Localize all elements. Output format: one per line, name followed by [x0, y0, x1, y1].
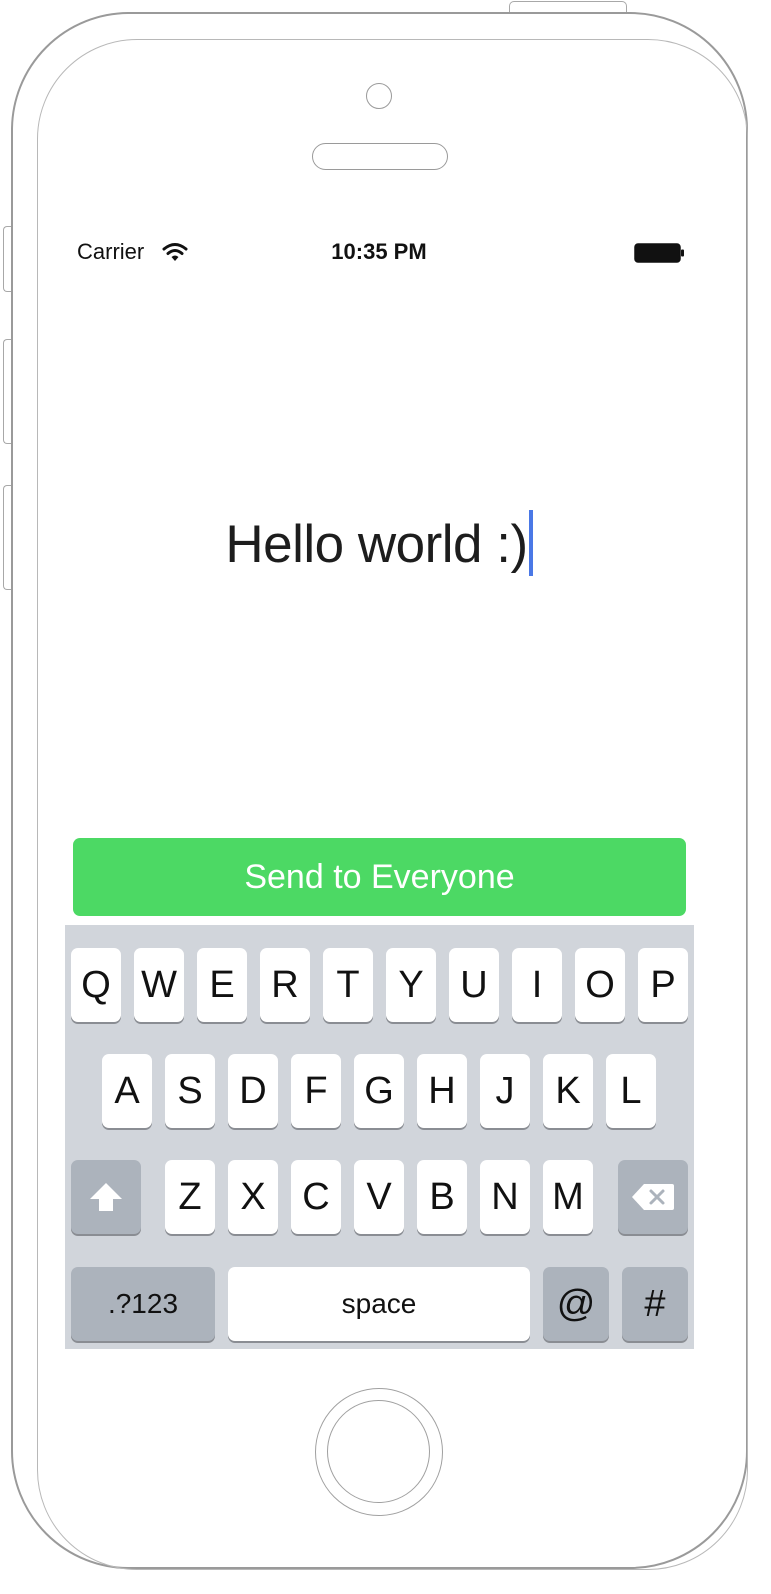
key-e[interactable]: E	[197, 948, 247, 1022]
keyboard: Q W E R T Y U I O P A S D F G H J K L Z …	[65, 925, 694, 1349]
front-camera	[366, 83, 392, 109]
key-p-label: P	[650, 963, 676, 1006]
key-i[interactable]: I	[512, 948, 562, 1022]
key-v[interactable]: V	[354, 1160, 404, 1234]
key-s-label: S	[177, 1069, 203, 1112]
key-a-label: A	[114, 1069, 140, 1112]
key-f[interactable]: F	[291, 1054, 341, 1128]
shift-key[interactable]	[71, 1160, 141, 1234]
message-text: Hello world :)	[225, 515, 528, 574]
shift-arrow-icon	[90, 1183, 122, 1211]
key-l[interactable]: L	[606, 1054, 656, 1128]
key-y-label: Y	[398, 963, 424, 1006]
key-k-label: K	[555, 1069, 581, 1112]
key-o-label: O	[585, 963, 615, 1006]
home-button[interactable]	[315, 1388, 443, 1516]
key-r-label: R	[271, 963, 299, 1006]
key-g-label: G	[364, 1069, 394, 1112]
hash-key-label: #	[644, 1282, 666, 1325]
key-q-label: Q	[81, 963, 111, 1006]
key-d[interactable]: D	[228, 1054, 278, 1128]
key-j-label: J	[495, 1069, 515, 1112]
key-m-label: M	[552, 1175, 584, 1218]
key-b[interactable]: B	[417, 1160, 467, 1234]
send-button-label: Send to Everyone	[244, 857, 515, 896]
numbers-key[interactable]: .?123	[71, 1267, 215, 1341]
key-z[interactable]: Z	[165, 1160, 215, 1234]
key-x-label: X	[240, 1175, 266, 1218]
hash-key[interactable]: #	[622, 1267, 688, 1341]
key-c-label: C	[302, 1175, 330, 1218]
key-h[interactable]: H	[417, 1054, 467, 1128]
numbers-key-label: .?123	[107, 1288, 179, 1319]
key-h-label: H	[428, 1069, 456, 1112]
key-m[interactable]: M	[543, 1160, 593, 1234]
at-key-label: @	[556, 1282, 596, 1325]
key-v-label: V	[366, 1175, 392, 1218]
key-s[interactable]: S	[165, 1054, 215, 1128]
key-p[interactable]: P	[638, 948, 688, 1022]
delete-key[interactable]	[618, 1160, 688, 1234]
message-text-field[interactable]: Hello world :)	[0, 510, 758, 576]
key-f-label: F	[304, 1069, 328, 1112]
key-c[interactable]: C	[291, 1160, 341, 1234]
key-x[interactable]: X	[228, 1160, 278, 1234]
key-q[interactable]: Q	[71, 948, 121, 1022]
key-j[interactable]: J	[480, 1054, 530, 1128]
battery-full-icon	[634, 243, 684, 263]
key-e-label: E	[209, 963, 235, 1006]
key-t[interactable]: T	[323, 948, 373, 1022]
space-key[interactable]: space	[228, 1267, 530, 1341]
key-w[interactable]: W	[134, 948, 184, 1022]
key-g[interactable]: G	[354, 1054, 404, 1128]
key-t-label: T	[336, 963, 360, 1006]
key-o[interactable]: O	[575, 948, 625, 1022]
home-button-ring	[327, 1400, 430, 1503]
key-i-label: I	[531, 963, 543, 1006]
text-cursor	[528, 510, 533, 576]
key-u[interactable]: U	[449, 948, 499, 1022]
key-u-label: U	[460, 963, 488, 1006]
key-z-label: Z	[178, 1175, 202, 1218]
key-l-label: L	[620, 1069, 642, 1112]
key-n-label: N	[491, 1175, 519, 1218]
key-w-label: W	[141, 963, 177, 1006]
key-k[interactable]: K	[543, 1054, 593, 1128]
send-to-everyone-button[interactable]: Send to Everyone	[73, 838, 686, 916]
key-d-label: D	[239, 1069, 267, 1112]
key-b-label: B	[429, 1175, 455, 1218]
key-n[interactable]: N	[480, 1160, 530, 1234]
key-r[interactable]: R	[260, 948, 310, 1022]
space-key-label: space	[341, 1288, 417, 1319]
key-a[interactable]: A	[102, 1054, 152, 1128]
at-key[interactable]: @	[543, 1267, 609, 1341]
key-y[interactable]: Y	[386, 948, 436, 1022]
earpiece-speaker	[312, 143, 448, 170]
backspace-icon	[632, 1184, 674, 1210]
